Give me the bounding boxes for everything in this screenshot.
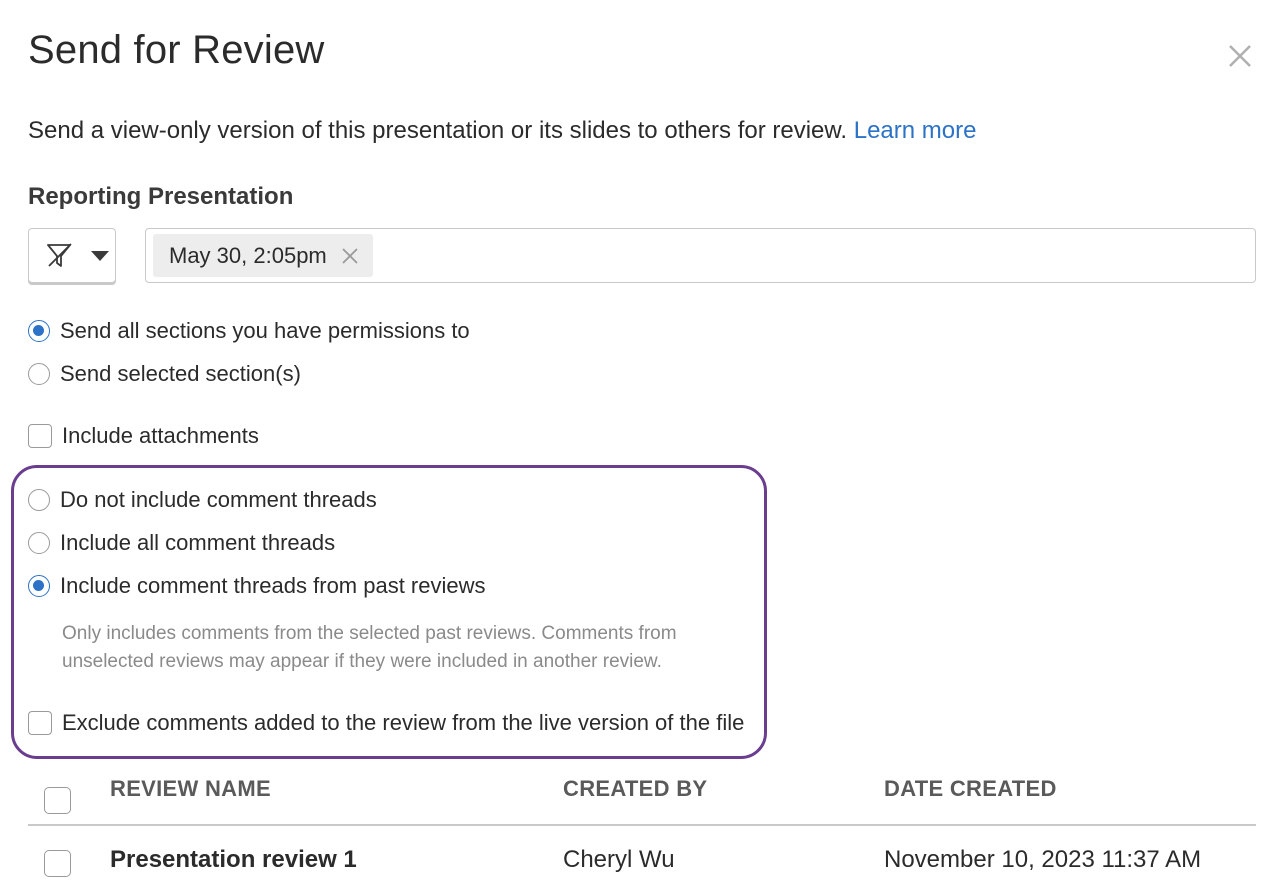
checkbox-label: Exclude comments added to the review fro… [62,710,745,735]
radio-label: Do not include comment threads [60,487,377,512]
dialog-description: Send a view-only version of this present… [28,117,976,145]
column-header-review-name[interactable]: REVIEW NAME [110,776,271,802]
checkbox-include-attachments[interactable]: Include attachments [28,423,259,449]
close-icon [1229,45,1251,67]
table-row[interactable]: Presentation review 1 Cheryl Wu November… [28,834,1256,894]
radio-send-all-sections[interactable]: Send all sections you have permissions t… [28,318,470,344]
helper-line-1: Only includes comments from the selected… [62,623,677,644]
radio-send-selected-sections[interactable]: Send selected section(s) [28,361,301,387]
chevron-down-icon [91,251,109,261]
created-by-cell: Cheryl Wu [563,846,675,873]
row-checkbox[interactable] [44,850,71,877]
filter-dropdown-button[interactable] [28,228,116,283]
review-name-cell: Presentation review 1 [110,846,357,873]
checkbox[interactable] [28,711,52,735]
radio-button[interactable] [28,363,50,385]
close-button[interactable] [1222,38,1258,74]
radio-button[interactable] [28,320,50,342]
version-chip: May 30, 2:05pm [153,234,373,277]
version-chip-label: May 30, 2:05pm [169,242,327,268]
remove-chip-icon[interactable] [341,247,359,265]
filter-off-icon [47,243,72,267]
comment-helper-text: Only includes comments from the selected… [62,620,677,676]
radio-button[interactable] [28,489,50,511]
radio-button[interactable] [28,575,50,597]
table-divider [28,824,1256,826]
send-for-review-dialog: Send for Review Send a view-only version… [0,0,1286,894]
radio-label: Include all comment threads [60,530,336,555]
column-header-created-by[interactable]: CREATED BY [563,776,707,802]
checkbox[interactable] [28,424,52,448]
radio-button[interactable] [28,532,50,554]
checkbox-exclude-live-comments[interactable]: Exclude comments added to the review fro… [28,710,744,736]
date-created-cell: November 10, 2023 11:37 AM [884,846,1202,873]
select-all-checkbox[interactable] [44,787,71,814]
checkbox-label: Include attachments [62,423,259,448]
learn-more-link[interactable]: Learn more [854,117,977,144]
reviews-table-header: REVIEW NAME CREATED BY DATE CREATED [28,770,1256,825]
version-select-field[interactable]: May 30, 2:05pm [145,228,1256,283]
helper-line-2: unselected reviews may appear if they we… [62,651,662,672]
column-header-date-created[interactable]: DATE CREATED [884,776,1057,802]
radio-label: Include comment threads from past review… [60,573,486,598]
presentation-label: Reporting Presentation [28,183,294,210]
radio-no-comment-threads[interactable]: Do not include comment threads [28,487,377,513]
radio-label: Send all sections you have permissions t… [60,318,470,343]
radio-past-review-comment-threads[interactable]: Include comment threads from past review… [28,573,486,599]
radio-label: Send selected section(s) [60,361,301,386]
description-text: Send a view-only version of this present… [28,117,848,144]
dialog-title: Send for Review [28,28,325,72]
radio-all-comment-threads[interactable]: Include all comment threads [28,530,335,556]
